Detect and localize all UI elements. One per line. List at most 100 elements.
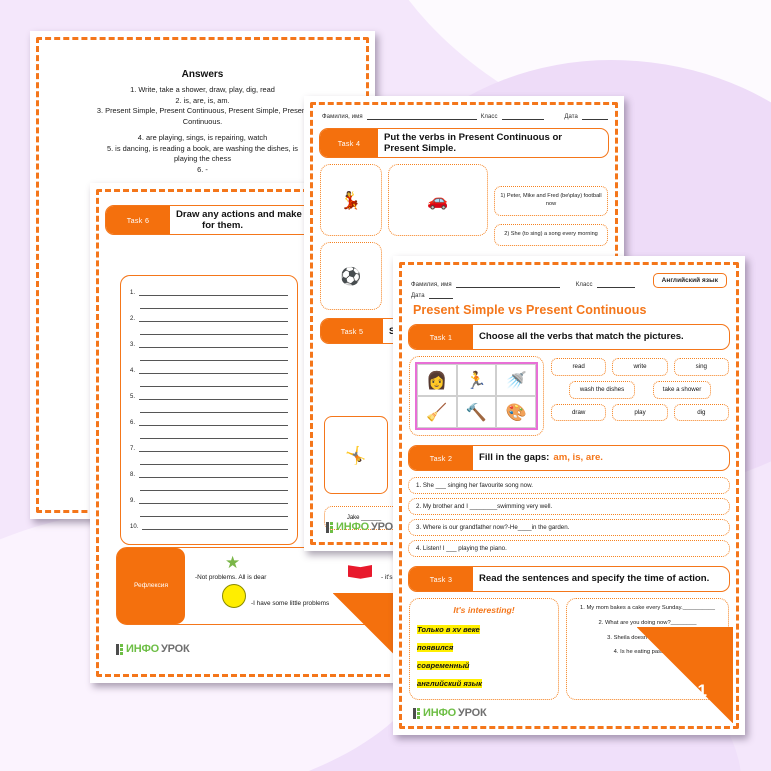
line-number: 7. (130, 446, 136, 452)
task3-header[interactable]: Task 3 Read the sentences and specify th… (408, 566, 730, 592)
line-number: 4. (130, 368, 136, 374)
task6-text-line2: for them. (202, 220, 244, 232)
write-rule[interactable] (139, 416, 288, 426)
picture-girl-washing-dishes[interactable]: 🧹 (417, 396, 457, 428)
write-rule[interactable] (139, 442, 288, 452)
picture-boy-throwing[interactable]: 🏃 (456, 364, 497, 396)
student-header[interactable]: Фамилия, имя Класс Английский язык (411, 273, 727, 288)
breakdancer-icon: 🤸 (345, 445, 367, 465)
page-title: Present Simple vs Present Continuous (413, 303, 647, 317)
write-rule[interactable] (139, 312, 288, 322)
verb-option-draw[interactable]: draw (551, 403, 607, 422)
task2-label: Fill in the gaps: (479, 452, 550, 464)
its-interesting-card: It's interesting! Только в xv веке появи… (409, 598, 559, 700)
task4-chip: Task 4 (320, 129, 378, 158)
task2-gap-sentence[interactable]: 1. She ___ singing her favourite song no… (408, 477, 730, 494)
boy-throwing-icon: 🏃 (465, 370, 488, 390)
task2-gap-sentence[interactable]: 4. Listen! I ___ playing the piano. (408, 540, 730, 557)
reflection-chip: Рефлексия (117, 548, 185, 624)
interesting-line: Только в xv веке (417, 625, 480, 634)
verb-option-write[interactable]: write (612, 358, 668, 376)
write-rule[interactable] (140, 325, 288, 335)
class-input[interactable] (501, 112, 544, 120)
write-rule[interactable] (139, 286, 288, 296)
task1-picture-grid-wrapper[interactable]: 👩 🏃 🚿 🧹 🔨 🎨 (409, 356, 544, 436)
write-rule[interactable] (140, 403, 288, 413)
task5-picture[interactable]: 🤸 (324, 416, 388, 494)
task2-gap-sentence[interactable]: 3. Where is our grandfather now?-He____i… (408, 519, 730, 536)
reflection-star-text: -Not problems. All is dear (195, 574, 267, 581)
numbered-line: 5. (130, 390, 288, 400)
line-number: 5. (130, 394, 136, 400)
write-rule[interactable] (139, 364, 288, 374)
write-rule[interactable] (139, 494, 288, 504)
verb-option-read[interactable]: read (551, 358, 607, 376)
red-flag-icon (348, 565, 372, 579)
write-rule[interactable] (140, 507, 288, 517)
logo-urok-text: УРОК (161, 643, 190, 655)
line-number: 8. (130, 472, 136, 478)
picture-man-shower[interactable]: 🚿 (496, 364, 536, 396)
picture-girl-singing[interactable]: 💃 (320, 164, 382, 237)
task4-header[interactable]: Task 4 Put the verbs in Present Continuo… (319, 128, 609, 159)
green-car-repair-icon: 🚗 (427, 190, 449, 210)
write-rule[interactable] (139, 338, 288, 348)
picture-girl-reading[interactable]: 👩 (417, 364, 457, 396)
verb-row-2: wash the dishes take a shower (551, 380, 729, 399)
subject-badge: Английский язык (652, 273, 727, 288)
task2-accent: am, is, are. (553, 452, 603, 464)
picture-man-digging[interactable]: 🔨 (456, 396, 497, 428)
date-row[interactable]: Дата (411, 291, 727, 299)
picture-girl-painting[interactable]: 🎨 (496, 396, 536, 428)
write-rule[interactable] (140, 299, 288, 309)
student-header[interactable]: Фамилия, имя Класс Дата (322, 112, 608, 120)
picture-football[interactable]: ⚽ (320, 242, 382, 311)
write-rule[interactable] (139, 390, 288, 400)
line-number: 10. (130, 524, 139, 530)
name-input[interactable] (455, 280, 560, 288)
task1-verb-options: read write sing wash the dishes take a s… (551, 356, 729, 422)
verb-row-1: read write sing (551, 358, 729, 376)
verb-row-3: draw play dig (551, 403, 729, 422)
class-input[interactable] (596, 280, 635, 288)
write-rule[interactable] (140, 481, 288, 491)
infourok-logo: ИНФО УРОК (116, 643, 190, 655)
date-label: Дата (411, 293, 425, 299)
task4-text-line2: Present Simple. (384, 143, 456, 155)
task2-gap-sentence[interactable]: 2. My brother and I ________swimming ver… (408, 498, 730, 515)
worksheet-page-front[interactable]: Фамилия, имя Класс Английский язык Дата … (393, 256, 745, 735)
task4-sentence[interactable]: 2) She (to sing) a song every morning (494, 223, 608, 246)
date-input[interactable] (428, 291, 453, 299)
infourok-mark-icon (116, 643, 123, 655)
infourok-logo: ИНФО УРОК (326, 521, 400, 533)
write-rule[interactable] (140, 455, 288, 465)
verb-option-play[interactable]: play (612, 403, 668, 422)
picture-car-repair[interactable]: 🚗 (388, 164, 488, 237)
write-rule[interactable] (142, 520, 288, 530)
verb-option-take-a-shower[interactable]: take a shower (653, 380, 711, 399)
task1-header[interactable]: Task 1 Choose all the verbs that match t… (408, 324, 730, 350)
verb-option-sing[interactable]: sing (673, 358, 729, 376)
boys-playing-football-icon: ⚽ (340, 266, 362, 286)
numbered-line: 3. (130, 338, 288, 348)
write-rule[interactable] (139, 468, 288, 478)
task2-header[interactable]: Task 2 Fill in the gaps: am, is, are. (408, 445, 730, 471)
write-rule[interactable] (140, 429, 288, 439)
interesting-line: появился (417, 643, 454, 652)
numbered-line: 7. (130, 442, 288, 452)
date-input[interactable] (582, 112, 608, 120)
class-label: Класс (480, 114, 498, 120)
task4-sentence[interactable]: 1) Peter, Mike and Fred (be\play) footba… (494, 186, 608, 216)
task3-sentence[interactable]: 1. My mom bakes a cake every Sunday.____… (573, 605, 722, 613)
task1-chip: Task 1 (409, 325, 473, 349)
task4-text-line1: Put the verbs in Present Continuous or (384, 132, 563, 143)
task1-picture-grid[interactable]: 👩 🏃 🚿 🧹 🔨 🎨 (415, 362, 538, 430)
write-rule[interactable] (140, 351, 288, 361)
verb-option-dig[interactable]: dig (673, 403, 729, 422)
its-interesting-title: It's interesting! (453, 605, 515, 615)
task6-answer-lines[interactable]: 1. 2. 3. 4. 5. 6. 7. 8. 9. 10. (120, 275, 298, 545)
verb-option-wash-the-dishes[interactable]: wash the dishes (569, 380, 635, 399)
name-input[interactable] (366, 112, 477, 120)
task3-chip: Task 3 (409, 567, 473, 591)
write-rule[interactable] (140, 377, 288, 387)
